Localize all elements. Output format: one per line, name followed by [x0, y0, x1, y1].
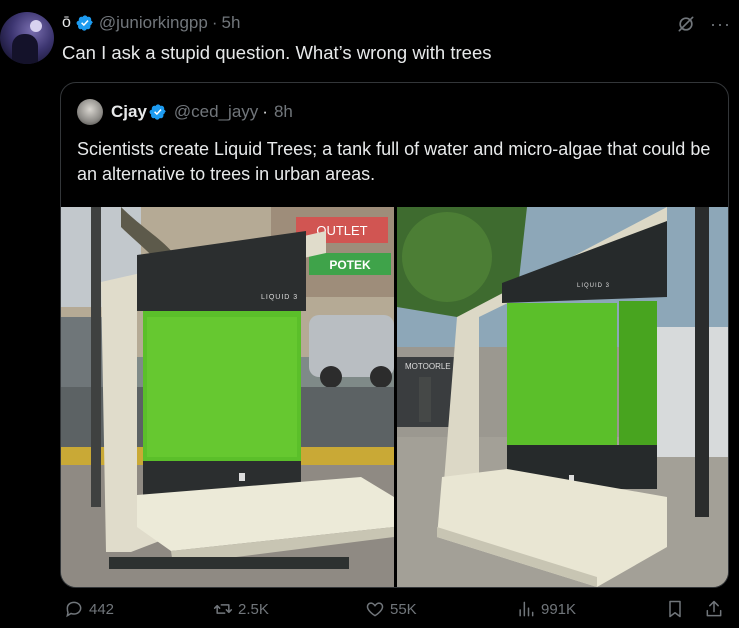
sign-text-potek: POTEK	[329, 258, 371, 272]
photo-illustration: OUTLET POTEK LIQUID 3	[61, 207, 394, 587]
quoted-post-header: Cjay @ced_jayy · 8h	[77, 99, 293, 125]
photo-liquid-tree-front[interactable]: OUTLET POTEK LIQUID 3	[61, 207, 394, 587]
repost-button[interactable]: 2.5K	[213, 596, 269, 622]
bookmark-button[interactable]	[665, 596, 685, 622]
post-time[interactable]: 5h	[222, 13, 241, 33]
verified-badge-icon	[76, 15, 93, 31]
heart-icon	[366, 602, 384, 617]
panel-label: LIQUID 3	[261, 294, 298, 301]
repost-count: 2.5K	[238, 600, 269, 618]
avatar-moon	[30, 20, 42, 32]
quoted-post-time[interactable]: 8h	[274, 102, 293, 122]
reply-button[interactable]: 442	[64, 596, 114, 622]
share-button[interactable]	[704, 596, 724, 622]
quoted-post[interactable]: Cjay @ced_jayy · 8h Scientists create Li…	[60, 82, 729, 588]
views-icon	[519, 601, 534, 617]
quoted-author-avatar[interactable]	[77, 99, 103, 125]
action-bar: 442 2.5K 55K 991K	[62, 596, 732, 622]
separator-dot: ·	[262, 102, 268, 121]
views-button[interactable]: 991K	[516, 596, 576, 622]
grok-icon[interactable]	[676, 14, 696, 34]
quoted-author-name[interactable]: Cjay	[111, 102, 147, 122]
repost-icon	[213, 604, 233, 614]
like-button[interactable]: 55K	[365, 596, 417, 622]
quoted-author-handle[interactable]: @ced_jayy	[174, 102, 258, 122]
avatar-figure	[12, 34, 38, 64]
reply-icon	[66, 601, 82, 618]
bookmark-icon	[669, 600, 681, 618]
reply-count: 442	[89, 600, 115, 618]
photo-liquid-tree-angle[interactable]: MOTOORLE LIQUID 3	[397, 207, 728, 587]
author-handle[interactable]: @juniorkingpp	[99, 13, 208, 33]
share-icon	[706, 600, 722, 617]
quoted-post-text: Scientists create Liquid Trees; a tank f…	[77, 139, 711, 184]
post-text: Can I ask a stupid question. What’s wron…	[62, 42, 492, 63]
author-symbol[interactable]: ō	[62, 14, 71, 32]
media-grid: OUTLET POTEK LIQUID 3 MOTOORLE LIQUID 3	[61, 207, 728, 587]
sign-text-motoorle: MOTOORLE	[405, 362, 451, 371]
separator-dot: ·	[211, 13, 218, 32]
post-top-actions: ···	[676, 14, 731, 34]
more-options-icon[interactable]: ···	[710, 15, 731, 33]
like-count: 55K	[390, 600, 417, 618]
author-avatar[interactable]	[0, 12, 54, 64]
view-count: 991K	[541, 600, 577, 618]
photo-illustration: MOTOORLE LIQUID 3	[397, 207, 728, 587]
panel-label: LIQUID 3	[577, 283, 610, 289]
post-header: ō @juniorkingpp · 5h	[62, 12, 240, 34]
verified-badge-icon	[149, 104, 166, 120]
